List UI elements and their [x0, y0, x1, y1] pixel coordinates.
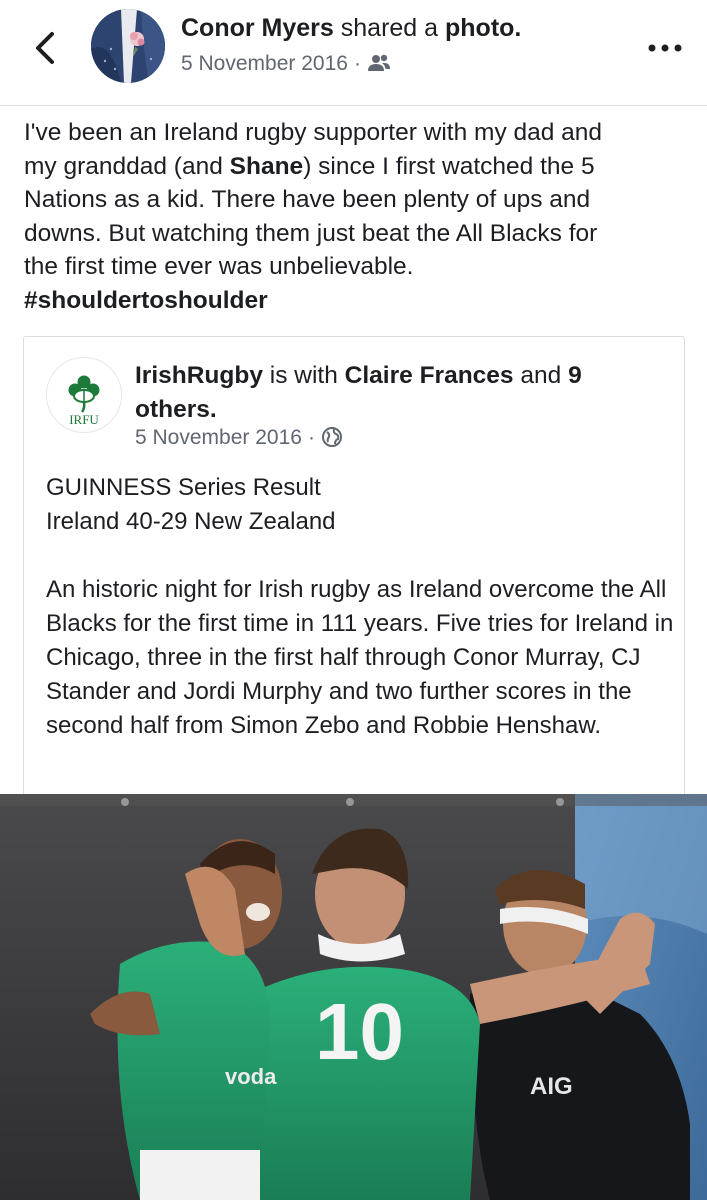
rugby-celebration-image: AIG 10 voda [0, 794, 707, 1200]
nz-sponsor-text: AIG [530, 1073, 573, 1100]
photo-link[interactable]: photo. [445, 14, 521, 42]
post-text-fragment: my granddad (and [24, 152, 230, 180]
page-name-link[interactable]: IrishRugby [135, 362, 263, 389]
more-dots-icon[interactable] [645, 40, 685, 56]
friends-icon [367, 54, 390, 71]
shared-post-date[interactable]: 5 November 2016 [135, 426, 302, 449]
irish-sponsor-text: voda [225, 1064, 277, 1089]
action-prefix: shared a [340, 14, 439, 42]
shared-post-meta: 5 November 2016 · [135, 426, 343, 450]
post-line: Nations as a kid. There have been plenty… [24, 186, 591, 213]
hashtag-link[interactable]: #shouldertoshoulder [24, 284, 689, 318]
post-message: I've been an Ireland rugby supporter wit… [24, 116, 689, 317]
author-name-link[interactable]: Conor Myers [181, 14, 334, 42]
post-line: my granddad (and Shane) since I first wa… [24, 150, 689, 184]
shared-post-body: GUINNESS Series Result Ireland 40-29 New… [46, 471, 676, 743]
post-line: the first time ever was unbelievable. [24, 253, 414, 280]
irfu-logo-avatar[interactable]: IRFU [46, 357, 122, 433]
shared-photo[interactable]: AIG 10 voda [0, 794, 707, 1200]
shared-post-description: An historic night for Irish rugby as Ire… [46, 576, 674, 739]
shared-connector: and [520, 362, 562, 389]
tagged-friend-link[interactable]: Shane [230, 153, 304, 180]
shared-post-title: IrishRugby is with Claire Frances and 9 … [135, 359, 645, 427]
tagged-user-link[interactable]: Claire Frances [345, 362, 514, 389]
post-header: Conor Myers shared a photo. 5 November 2… [0, 0, 707, 106]
post-line: I've been an Ireland rugby supporter wit… [24, 119, 603, 146]
post-line: downs. But watching them just beat the A… [24, 219, 598, 247]
result-score: Ireland 40-29 New Zealand [46, 508, 336, 535]
globe-icon [321, 427, 342, 447]
result-title: GUINNESS Series Result [46, 474, 321, 501]
meta-separator: · [307, 426, 315, 449]
jersey-number: 10 [315, 987, 404, 1076]
shared-post-card[interactable]: IRFU IrishRugby is with Claire Frances a… [23, 336, 685, 795]
author-avatar[interactable] [91, 9, 165, 83]
post-text-fragment: ) since I first watched the 5 [303, 152, 595, 180]
shared-connector: is with [269, 362, 338, 389]
post-meta: 5 November 2016 · [181, 52, 391, 76]
hashtag-text: #shouldertoshoulder [24, 286, 268, 314]
post-title: Conor Myers shared a photo. [181, 14, 521, 43]
meta-separator: · [353, 52, 361, 75]
chevron-left-icon[interactable] [28, 28, 64, 68]
irfu-logo-text: IRFU [69, 412, 99, 427]
post-date[interactable]: 5 November 2016 [181, 52, 348, 75]
